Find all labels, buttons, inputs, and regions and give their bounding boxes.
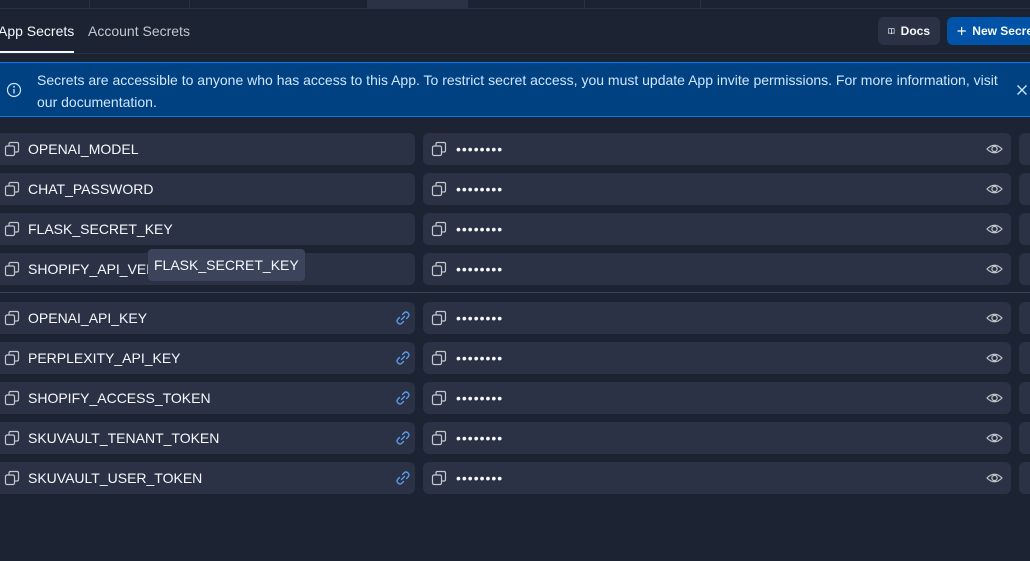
eye-icon[interactable] bbox=[986, 221, 1003, 237]
row-menu-button[interactable] bbox=[1019, 302, 1030, 334]
copy-value-icon[interactable] bbox=[431, 350, 447, 366]
secret-row: SKUVAULT_TENANT_TOKEN •••••••• bbox=[0, 422, 1030, 454]
row-menu-button[interactable] bbox=[1019, 342, 1030, 374]
book-icon bbox=[888, 28, 895, 35]
section-divider bbox=[0, 292, 1030, 293]
tab-app-secrets[interactable]: App Secrets bbox=[0, 9, 75, 53]
eye-icon[interactable] bbox=[986, 430, 1003, 446]
copy-value-icon[interactable] bbox=[431, 181, 447, 197]
eye-icon[interactable] bbox=[986, 181, 1003, 197]
banner-message: Secrets are accessible to anyone who has… bbox=[37, 72, 998, 110]
pane-tab-active[interactable] bbox=[368, 0, 468, 8]
secret-value-field[interactable] bbox=[423, 253, 1011, 285]
link-icon[interactable] bbox=[395, 430, 411, 446]
pane-tab[interactable] bbox=[0, 0, 90, 8]
copy-key-icon[interactable] bbox=[4, 221, 20, 237]
info-icon bbox=[6, 82, 22, 98]
secret-value-masked: •••••••• bbox=[456, 350, 504, 366]
docs-label: Docs bbox=[900, 24, 930, 38]
secret-key-label: PERPLEXITY_API_KEY bbox=[28, 350, 181, 366]
copy-value-icon[interactable] bbox=[431, 221, 447, 237]
copy-value-icon[interactable] bbox=[431, 390, 447, 406]
secrets-header: App Secrets Account Secrets Docs New Sec… bbox=[0, 9, 1030, 54]
link-icon[interactable] bbox=[395, 310, 411, 326]
secret-row: OPENAI_API_KEY •••••••• bbox=[0, 302, 1030, 334]
secret-row: CHAT_PASSWORD •••••••• bbox=[0, 173, 1030, 205]
secret-row: OPENAI_MODEL •••••••• bbox=[0, 133, 1030, 165]
eye-icon[interactable] bbox=[986, 310, 1003, 326]
row-menu-button[interactable] bbox=[1019, 382, 1030, 414]
eye-icon[interactable] bbox=[986, 141, 1003, 157]
eye-icon[interactable] bbox=[986, 390, 1003, 406]
copy-key-icon[interactable] bbox=[4, 470, 20, 486]
secret-value-field[interactable] bbox=[423, 173, 1011, 205]
copy-key-icon[interactable] bbox=[4, 141, 20, 157]
plus-icon bbox=[957, 26, 966, 36]
row-menu-button[interactable] bbox=[1019, 173, 1030, 205]
docs-button[interactable]: Docs bbox=[878, 17, 940, 45]
secret-value-field[interactable] bbox=[423, 382, 1011, 414]
row-menu-button[interactable] bbox=[1019, 422, 1030, 454]
pane-tab[interactable] bbox=[190, 0, 368, 8]
copy-value-icon[interactable] bbox=[431, 261, 447, 277]
eye-icon[interactable] bbox=[986, 261, 1003, 277]
secret-key-label: OPENAI_MODEL bbox=[28, 141, 139, 157]
tooltip: FLASK_SECRET_KEY bbox=[148, 249, 305, 281]
copy-value-icon[interactable] bbox=[431, 430, 447, 446]
tab-account-secrets[interactable]: Account Secrets bbox=[88, 9, 190, 53]
copy-key-icon[interactable] bbox=[4, 430, 20, 446]
pane-tab[interactable] bbox=[585, 0, 701, 8]
secret-value-masked: •••••••• bbox=[456, 430, 504, 446]
secret-value-field[interactable] bbox=[423, 213, 1011, 245]
link-icon[interactable] bbox=[395, 470, 411, 486]
secret-value-field[interactable] bbox=[423, 462, 1011, 494]
secret-row: FLASK_SECRET_KEY •••••••• bbox=[0, 213, 1030, 245]
secret-row: SHOPIFY_ACCESS_TOKEN •••••••• bbox=[0, 382, 1030, 414]
secret-value-masked: •••••••• bbox=[456, 310, 504, 326]
secret-key-label: SKUVAULT_TENANT_TOKEN bbox=[28, 430, 220, 446]
copy-key-icon[interactable] bbox=[4, 350, 20, 366]
secret-value-field[interactable] bbox=[423, 422, 1011, 454]
new-secret-label: New Secret bbox=[972, 24, 1030, 38]
secret-value-masked: •••••••• bbox=[456, 470, 504, 486]
secret-value-masked: •••••••• bbox=[456, 221, 504, 237]
pane-tab-strip bbox=[0, 0, 1030, 9]
pane-tab[interactable] bbox=[468, 0, 585, 8]
eye-icon[interactable] bbox=[986, 470, 1003, 486]
copy-value-icon[interactable] bbox=[431, 141, 447, 157]
copy-key-icon[interactable] bbox=[4, 390, 20, 406]
secret-value-masked: •••••••• bbox=[456, 141, 504, 157]
row-menu-button[interactable] bbox=[1019, 133, 1030, 165]
secret-key-label: FLASK_SECRET_KEY bbox=[28, 221, 173, 237]
secret-value-field[interactable] bbox=[423, 302, 1011, 334]
new-secret-button[interactable]: New Secret bbox=[947, 17, 1030, 45]
secret-row: SKUVAULT_USER_TOKEN •••••••• bbox=[0, 462, 1030, 494]
secret-value-masked: •••••••• bbox=[456, 261, 504, 277]
secret-key-label: OPENAI_API_KEY bbox=[28, 310, 148, 326]
secret-value-field[interactable] bbox=[423, 342, 1011, 374]
secret-key-label: SHOPIFY_API_VER bbox=[28, 261, 157, 277]
eye-icon[interactable] bbox=[986, 350, 1003, 366]
link-icon[interactable] bbox=[395, 390, 411, 406]
copy-key-icon[interactable] bbox=[4, 310, 20, 326]
secret-key-label: CHAT_PASSWORD bbox=[28, 181, 154, 197]
copy-value-icon[interactable] bbox=[431, 310, 447, 326]
copy-key-icon[interactable] bbox=[4, 181, 20, 197]
secret-key-label: SKUVAULT_USER_TOKEN bbox=[28, 470, 203, 486]
secret-value-masked: •••••••• bbox=[456, 390, 504, 406]
secret-row: PERPLEXITY_API_KEY •••••••• bbox=[0, 342, 1030, 374]
row-menu-button[interactable] bbox=[1019, 213, 1030, 245]
close-icon[interactable] bbox=[1014, 82, 1030, 98]
copy-key-icon[interactable] bbox=[4, 261, 20, 277]
row-menu-button[interactable] bbox=[1019, 462, 1030, 494]
copy-value-icon[interactable] bbox=[431, 470, 447, 486]
link-icon[interactable] bbox=[395, 350, 411, 366]
secret-value-masked: •••••••• bbox=[456, 181, 504, 197]
pane-tab[interactable] bbox=[90, 0, 190, 8]
secret-value-field[interactable] bbox=[423, 133, 1011, 165]
row-menu-button[interactable] bbox=[1019, 253, 1030, 285]
info-banner: Secrets are accessible to anyone who has… bbox=[0, 62, 1030, 117]
secret-key-label: SHOPIFY_ACCESS_TOKEN bbox=[28, 390, 211, 406]
